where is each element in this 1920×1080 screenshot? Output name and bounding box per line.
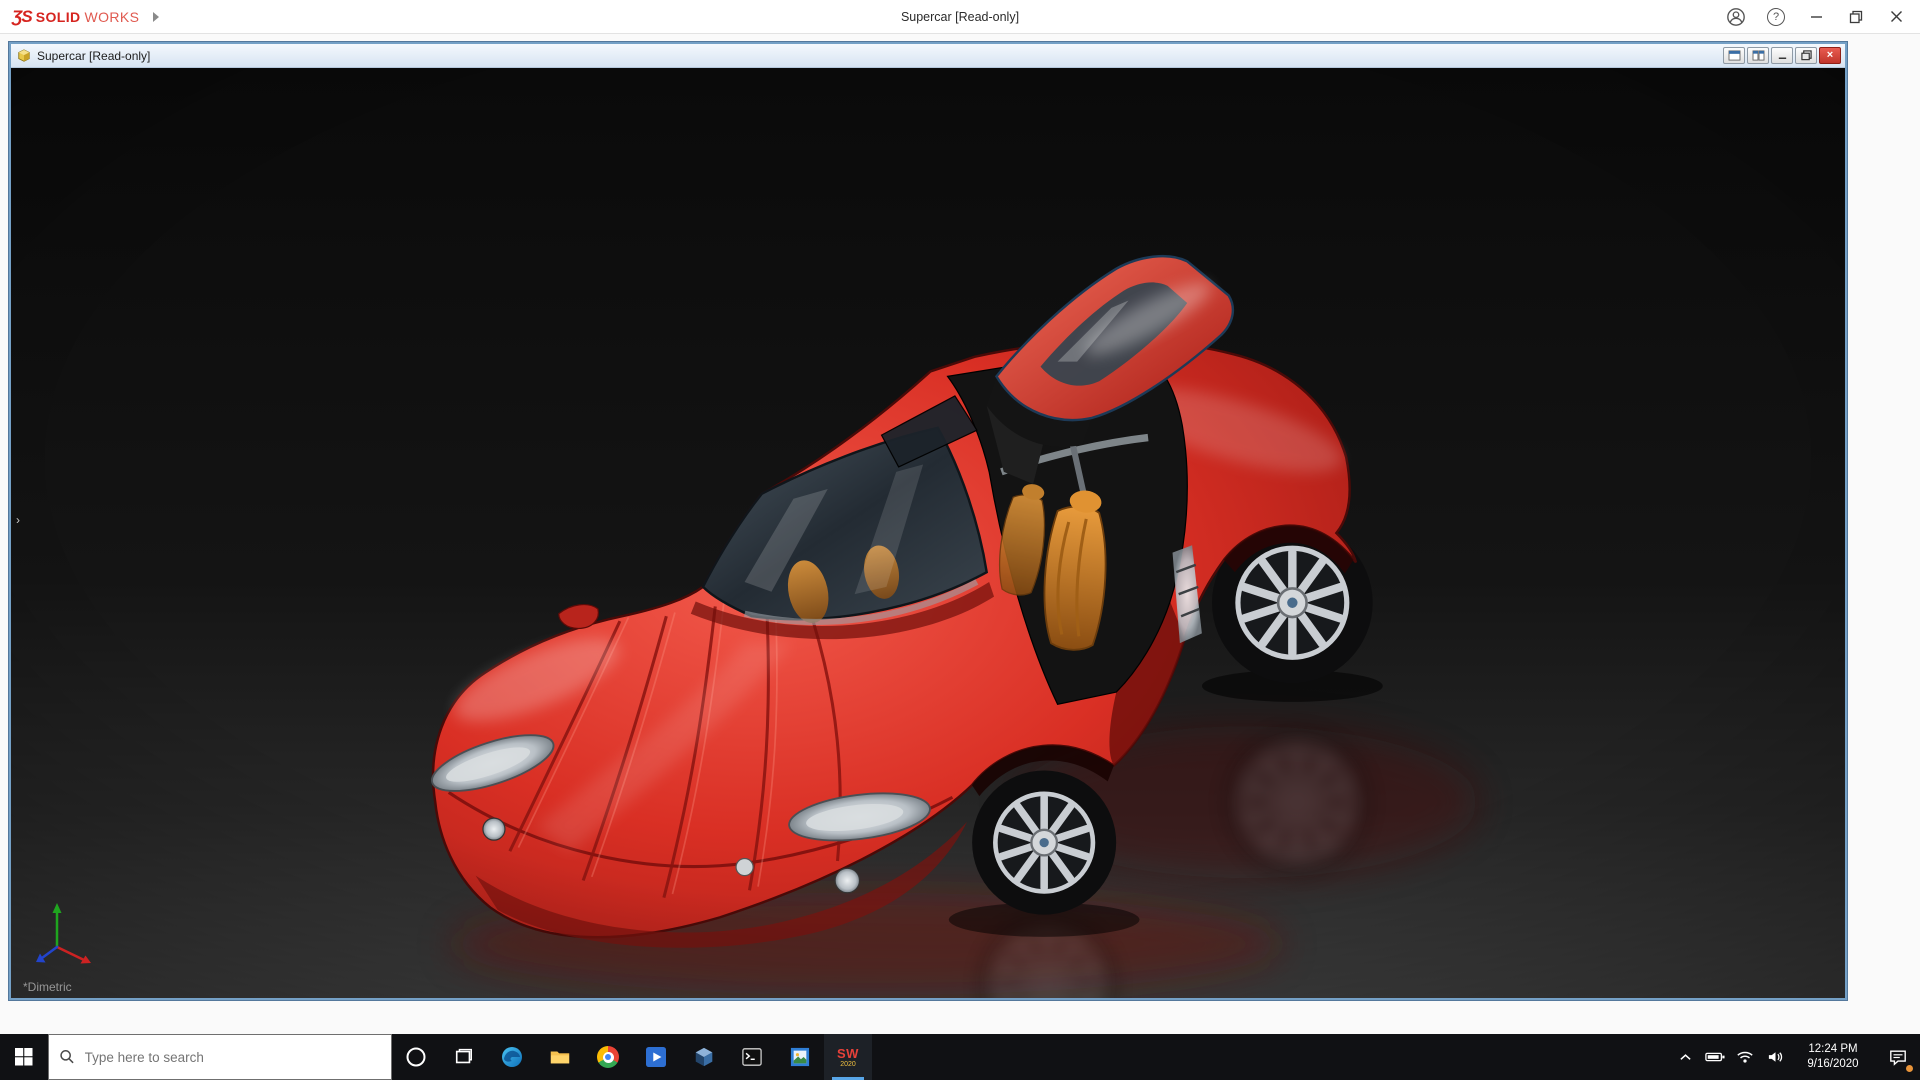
photos-app-icon [790, 1047, 810, 1067]
minimize-icon [1810, 10, 1823, 23]
document-window: Supercar [Read-only] [9, 42, 1847, 1000]
hidden-icons-button[interactable] [1670, 1034, 1700, 1080]
taskbar-command-prompt-button[interactable] [728, 1034, 776, 1080]
search-icon [59, 1048, 76, 1066]
clock-date: 9/16/2020 [1790, 1057, 1876, 1072]
collapse-arrow-icon: › [16, 513, 20, 527]
brand-works-text: WORKS [85, 9, 140, 25]
action-center-button[interactable] [1876, 1034, 1920, 1080]
app-titlebar[interactable]: ƷS SOLID WORKS Supercar [Read-only] ? [0, 0, 1920, 34]
menu-expand-arrow-icon[interactable] [153, 12, 159, 22]
app-restore-button[interactable] [1836, 0, 1876, 34]
taskbar-chrome-button[interactable] [584, 1034, 632, 1080]
document-title: Supercar [Read-only] [37, 49, 150, 63]
part-document-icon [17, 49, 31, 63]
orientation-triad[interactable] [27, 892, 107, 972]
close-icon [1890, 10, 1903, 23]
document-titlebar[interactable]: Supercar [Read-only] [11, 44, 1845, 68]
taskbar-photos-button[interactable] [776, 1034, 824, 1080]
brand-solid-text: SOLID [36, 9, 81, 25]
battery-icon [1705, 1051, 1725, 1063]
start-button[interactable] [0, 1034, 48, 1080]
task-view-icon [454, 1047, 474, 1067]
taskbar-task-view-button[interactable] [440, 1034, 488, 1080]
taskbar-clock[interactable]: 12:24 PM 9/16/2020 [1790, 1042, 1876, 1072]
wifi-icon [1736, 1050, 1754, 1064]
media-app-icon [646, 1047, 666, 1067]
command-prompt-icon [742, 1047, 762, 1067]
solidworks-logo: ƷS SOLID WORKS [0, 7, 139, 27]
file-explorer-icon [549, 1046, 571, 1068]
account-icon [1726, 7, 1746, 27]
doc-pane-button-2[interactable] [1747, 47, 1769, 64]
taskbar-edge-button[interactable] [488, 1034, 536, 1080]
cortana-icon [405, 1046, 427, 1068]
front-badge [736, 859, 753, 876]
front-wheel[interactable] [972, 771, 1116, 915]
taskbar-solidworks-button[interactable]: SW 2020 [824, 1034, 872, 1080]
speaker-icon [1767, 1050, 1784, 1064]
taskbar-cad-cube-button[interactable] [680, 1034, 728, 1080]
restore-icon [1849, 10, 1863, 24]
solidworks-2020-icon: SW 2020 [837, 1047, 859, 1068]
help-icon: ? [1767, 8, 1785, 26]
app-minimize-button[interactable] [1796, 0, 1836, 34]
search-input[interactable] [85, 1050, 381, 1065]
supercar-model[interactable] [11, 68, 1845, 998]
doc-minimize-button[interactable] [1771, 47, 1793, 64]
featuremanager-collapse-tab[interactable]: › [11, 505, 25, 535]
doc-pane-button-1[interactable] [1723, 47, 1745, 64]
doc-minimize-icon [1777, 50, 1788, 61]
taskbar-cortana-button[interactable] [392, 1034, 440, 1080]
view-orientation-label: *Dimetric [23, 980, 72, 994]
action-center-icon [1889, 1049, 1907, 1066]
app-window-title: Supercar [Read-only] [901, 10, 1019, 24]
windows-logo-icon [15, 1048, 33, 1066]
cad-cube-icon [693, 1046, 715, 1068]
mdi-client-area: Supercar [Read-only] [0, 34, 1920, 1034]
help-button[interactable]: ? [1756, 0, 1796, 34]
doc-close-icon: × [1827, 50, 1833, 61]
doc-close-button[interactable]: × [1819, 47, 1841, 64]
edge-icon [500, 1045, 524, 1069]
windows-taskbar: SW 2020 [0, 1034, 1920, 1080]
chrome-icon [597, 1046, 619, 1068]
battery-tray-button[interactable] [1700, 1034, 1730, 1080]
dassault-3ds-logo-icon: ƷS [12, 7, 32, 27]
account-button[interactable] [1716, 0, 1756, 34]
split-pane-icon [1752, 50, 1765, 61]
volume-tray-button[interactable] [1760, 1034, 1790, 1080]
taskbar-media-app-button[interactable] [632, 1034, 680, 1080]
doc-restore-button[interactable] [1795, 47, 1817, 64]
solidworks-application-window: ƷS SOLID WORKS Supercar [Read-only] ? [0, 0, 1920, 1080]
window-pane-icon [1728, 50, 1741, 61]
doc-restore-icon [1801, 50, 1812, 61]
app-close-button[interactable] [1876, 0, 1916, 34]
notification-badge [1906, 1065, 1913, 1072]
network-tray-button[interactable] [1730, 1034, 1760, 1080]
graphics-viewport[interactable]: › *Dimetric [11, 68, 1845, 998]
clock-time: 12:24 PM [1790, 1042, 1876, 1057]
taskbar-file-explorer-button[interactable] [536, 1034, 584, 1080]
chevron-up-icon [1679, 1052, 1692, 1062]
taskbar-search[interactable] [48, 1034, 392, 1080]
